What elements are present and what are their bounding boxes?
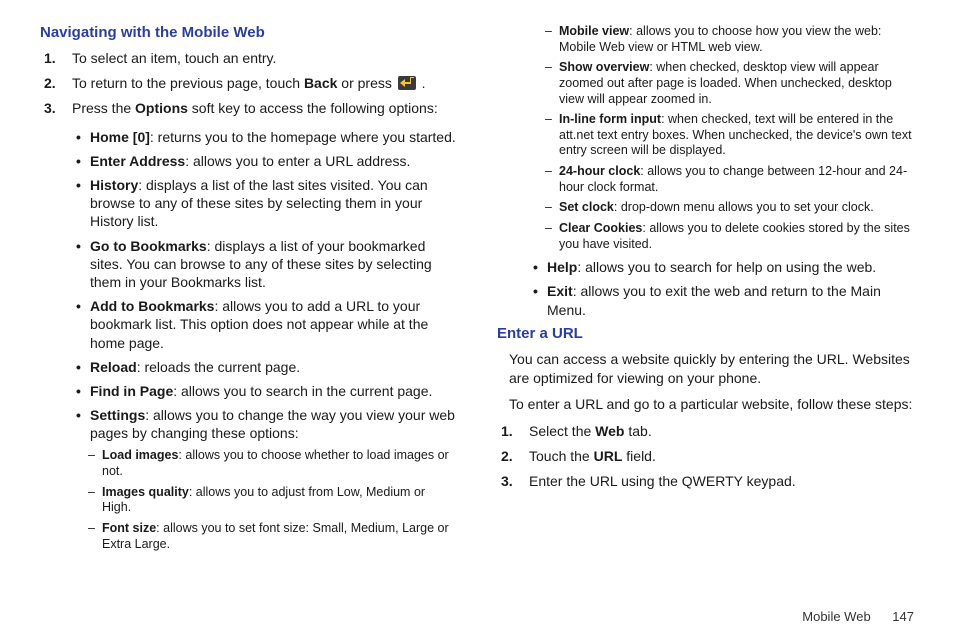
option-enter-address: Enter Address: allows you to enter a URL…	[90, 152, 457, 170]
setting-inline-form: In-line form input: when checked, text w…	[559, 112, 914, 159]
manual-page: Navigating with the Mobile Web To select…	[0, 0, 954, 586]
option-label: Enter Address	[90, 153, 185, 169]
options-list-cont: Help: allows you to search for help on u…	[527, 258, 914, 319]
enter-url-intro-1: You can access a website quickly by ente…	[509, 350, 914, 388]
url-step-3: Enter the URL using the QWERTY keypad.	[529, 472, 914, 491]
options-list: Home [0]: returns you to the homepage wh…	[70, 128, 457, 443]
setting-label: In-line form input	[559, 112, 661, 126]
step-text: To select an item, touch an entry.	[72, 50, 276, 66]
back-label: Back	[304, 75, 337, 91]
setting-label: Load images	[102, 448, 178, 462]
step-text-c: soft key to access the following options…	[188, 100, 438, 116]
option-label: Go to Bookmarks	[90, 238, 207, 254]
setting-desc: : drop-down menu allows you to set your …	[614, 200, 874, 214]
setting-label: Font size	[102, 521, 156, 535]
setting-show-overview: Show overview: when checked, desktop vie…	[559, 60, 914, 107]
nav-step-3: Press the Options soft key to access the…	[72, 99, 457, 118]
option-add-bookmarks: Add to Bookmarks: allows you to add a UR…	[90, 297, 457, 352]
option-home: Home [0]: returns you to the homepage wh…	[90, 128, 457, 146]
option-desc: : displays a list of the last sites visi…	[90, 177, 428, 229]
setting-clear-cookies: Clear Cookies: allows you to delete cook…	[559, 221, 914, 252]
setting-label: Set clock	[559, 200, 614, 214]
option-desc: : allows you to enter a URL address.	[185, 153, 410, 169]
enter-url-steps: Select the Web tab. Touch the URL field.…	[497, 422, 914, 491]
option-desc: : allows you to exit the web and return …	[547, 283, 881, 317]
option-find-in-page: Find in Page: allows you to search in th…	[90, 382, 457, 400]
option-history: History: displays a list of the last sit…	[90, 176, 457, 231]
web-label: Web	[595, 423, 624, 439]
option-reload: Reload: reloads the current page.	[90, 358, 457, 376]
options-label: Options	[135, 100, 188, 116]
option-label: Add to Bookmarks	[90, 298, 214, 314]
step-text-a: Touch the	[529, 448, 594, 464]
step-text: Enter the URL using the QWERTY keypad.	[529, 473, 796, 489]
setting-set-clock: Set clock: drop-down menu allows you to …	[559, 200, 914, 216]
option-desc: : reloads the current page.	[137, 359, 300, 375]
setting-label: Show overview	[559, 60, 649, 74]
nav-steps-list: To select an item, touch an entry. To re…	[40, 49, 457, 118]
option-desc: : allows you to search in the current pa…	[173, 383, 432, 399]
step-text-c: tab.	[624, 423, 651, 439]
enter-url-intro-2: To enter a URL and go to a particular we…	[509, 395, 914, 414]
option-desc: : allows you to change the way you view …	[90, 407, 455, 441]
setting-load-images: Load images: allows you to choose whethe…	[102, 448, 457, 479]
back-key-icon	[398, 76, 416, 90]
option-label: Home [0]	[90, 129, 150, 145]
nav-step-1: To select an item, touch an entry.	[72, 49, 457, 68]
page-number: 147	[892, 609, 914, 624]
option-settings: Settings: allows you to change the way y…	[90, 406, 457, 442]
step-text-c: or press	[337, 75, 395, 91]
step-text-d: .	[418, 75, 426, 91]
setting-label: 24-hour clock	[559, 164, 640, 178]
option-label: History	[90, 177, 138, 193]
option-help: Help: allows you to search for help on u…	[547, 258, 914, 276]
footer-section-label: Mobile Web	[802, 609, 870, 624]
heading-navigating: Navigating with the Mobile Web	[40, 24, 457, 41]
option-exit: Exit: allows you to exit the web and ret…	[547, 282, 914, 318]
step-text-a: Press the	[72, 100, 135, 116]
heading-enter-url: Enter a URL	[497, 325, 914, 342]
page-footer: Mobile Web 147	[802, 609, 914, 624]
setting-label: Images quality	[102, 485, 189, 499]
setting-images-quality: Images quality: allows you to adjust fro…	[102, 485, 457, 516]
nav-step-2: To return to the previous page, touch Ba…	[72, 74, 457, 93]
setting-mobile-view: Mobile view: allows you to choose how yo…	[559, 24, 914, 55]
step-text-c: field.	[622, 448, 655, 464]
url-label: URL	[594, 448, 623, 464]
url-step-2: Touch the URL field.	[529, 447, 914, 466]
option-desc: : returns you to the homepage where you …	[150, 129, 456, 145]
option-label: Find in Page	[90, 383, 173, 399]
setting-label: Clear Cookies	[559, 221, 642, 235]
step-text-a: To return to the previous page, touch	[72, 75, 304, 91]
setting-24hour-clock: 24-hour clock: allows you to change betw…	[559, 164, 914, 195]
option-go-bookmarks: Go to Bookmarks: displays a list of your…	[90, 237, 457, 292]
url-step-1: Select the Web tab.	[529, 422, 914, 441]
setting-label: Mobile view	[559, 24, 629, 38]
option-label: Settings	[90, 407, 145, 423]
option-label: Exit	[547, 283, 573, 299]
option-label: Reload	[90, 359, 137, 375]
option-label: Help	[547, 259, 577, 275]
setting-font-size: Font size: allows you to set font size: …	[102, 521, 457, 552]
option-desc: : allows you to search for help on using…	[577, 259, 876, 275]
step-text-a: Select the	[529, 423, 595, 439]
